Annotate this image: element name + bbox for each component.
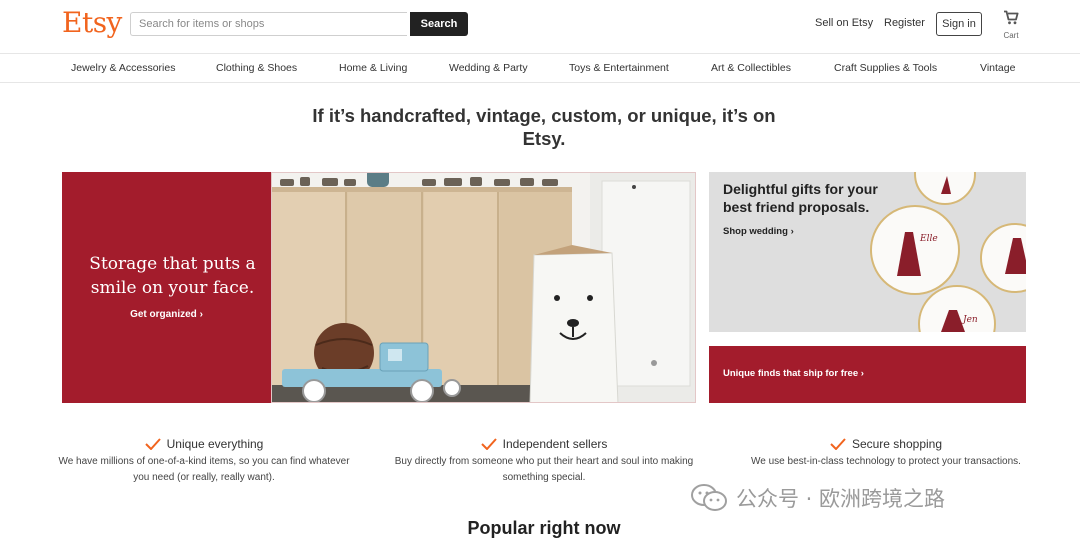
cart-icon xyxy=(1004,10,1019,25)
chevron-right-icon: › xyxy=(860,368,864,379)
register-link[interactable]: Register xyxy=(884,17,925,29)
category-vintage[interactable]: Vintage xyxy=(980,62,1015,74)
search-input[interactable] xyxy=(130,12,407,36)
search-button[interactable]: Search xyxy=(410,12,468,36)
category-nav: Jewelry & Accessories Clothing & Shoes H… xyxy=(0,54,1080,83)
free-shipping-label: Unique finds that ship for free xyxy=(723,368,859,379)
checkmark-icon xyxy=(830,438,846,450)
site-header: Etsy Search Sell on Etsy Register Sign i… xyxy=(0,0,1080,54)
shop-wedding-link[interactable]: Shop wedding › xyxy=(723,226,794,237)
checkmark-icon xyxy=(480,438,497,450)
sign-in-button[interactable]: Sign in xyxy=(936,12,982,36)
wedding-gifts-title: Delightful gifts for your best friend pr… xyxy=(723,181,878,215)
plate-name-elle: Elle xyxy=(920,234,938,244)
value-prop-title: Secure shopping xyxy=(851,437,943,451)
checkmark-icon xyxy=(144,438,161,450)
free-shipping-banner[interactable]: Unique finds that ship for free › xyxy=(709,346,1026,403)
plate-name-jen: Jen xyxy=(963,315,978,325)
value-prop-title: Unique everything xyxy=(166,437,264,451)
value-prop-sellers: Independent sellers Buy directly from so… xyxy=(394,437,694,486)
cart-button[interactable]: Cart xyxy=(998,10,1024,42)
cart-label: Cart xyxy=(1003,31,1019,40)
value-prop-secure: Secure shopping We use best-in-class tec… xyxy=(736,437,1036,470)
hero-text-panel: Storage that puts a smile on your face. … xyxy=(62,172,271,403)
category-art-collectibles[interactable]: Art & Collectibles xyxy=(711,62,791,74)
storage-cabinet-image xyxy=(271,172,696,403)
watermark: 公众号 · 欧洲跨境之路 xyxy=(690,480,1050,516)
etsy-logo[interactable]: Etsy xyxy=(62,6,122,39)
popular-heading: Popular right now xyxy=(467,518,621,538)
sell-on-etsy-link[interactable]: Sell on Etsy xyxy=(815,17,873,29)
wedding-gifts-banner[interactable]: Elle Jen Delightful gifts for your best … xyxy=(709,172,1026,332)
value-prop-desc: We use best-in-class technology to prote… xyxy=(751,456,1021,467)
value-prop-unique: Unique everything We have millions of on… xyxy=(54,437,354,486)
value-prop-title: Independent sellers xyxy=(502,437,608,451)
free-shipping-link[interactable]: Unique finds that ship for free › xyxy=(723,368,864,379)
hero-title: Storage that puts a smile on your face. xyxy=(89,254,256,298)
category-home-living[interactable]: Home & Living xyxy=(339,62,407,74)
category-jewelry-accessories[interactable]: Jewelry & Accessories xyxy=(71,62,175,74)
get-organized-label: Get organized xyxy=(130,309,197,320)
page-headline: If it’s handcrafted, vintage, custom, or… xyxy=(312,105,776,149)
wechat-icon xyxy=(691,484,727,511)
value-prop-desc: We have millions of one-of-a-kind items,… xyxy=(58,456,350,483)
value-prop-desc: Buy directly from someone who put their … xyxy=(394,456,694,483)
chevron-right-icon: › xyxy=(199,309,203,320)
watermark-text: 公众号 · 欧洲跨境之路 xyxy=(736,487,946,511)
shop-wedding-label: Shop wedding xyxy=(723,226,788,237)
hero-banner[interactable]: Storage that puts a smile on your face. … xyxy=(62,172,696,403)
category-clothing-shoes[interactable]: Clothing & Shoes xyxy=(216,62,297,74)
get-organized-link[interactable]: Get organized › xyxy=(62,309,271,320)
category-wedding-party[interactable]: Wedding & Party xyxy=(449,62,528,74)
chevron-right-icon: › xyxy=(790,226,794,237)
category-craft-supplies-tools[interactable]: Craft Supplies & Tools xyxy=(834,62,937,74)
category-toys-entertainment[interactable]: Toys & Entertainment xyxy=(569,62,669,74)
